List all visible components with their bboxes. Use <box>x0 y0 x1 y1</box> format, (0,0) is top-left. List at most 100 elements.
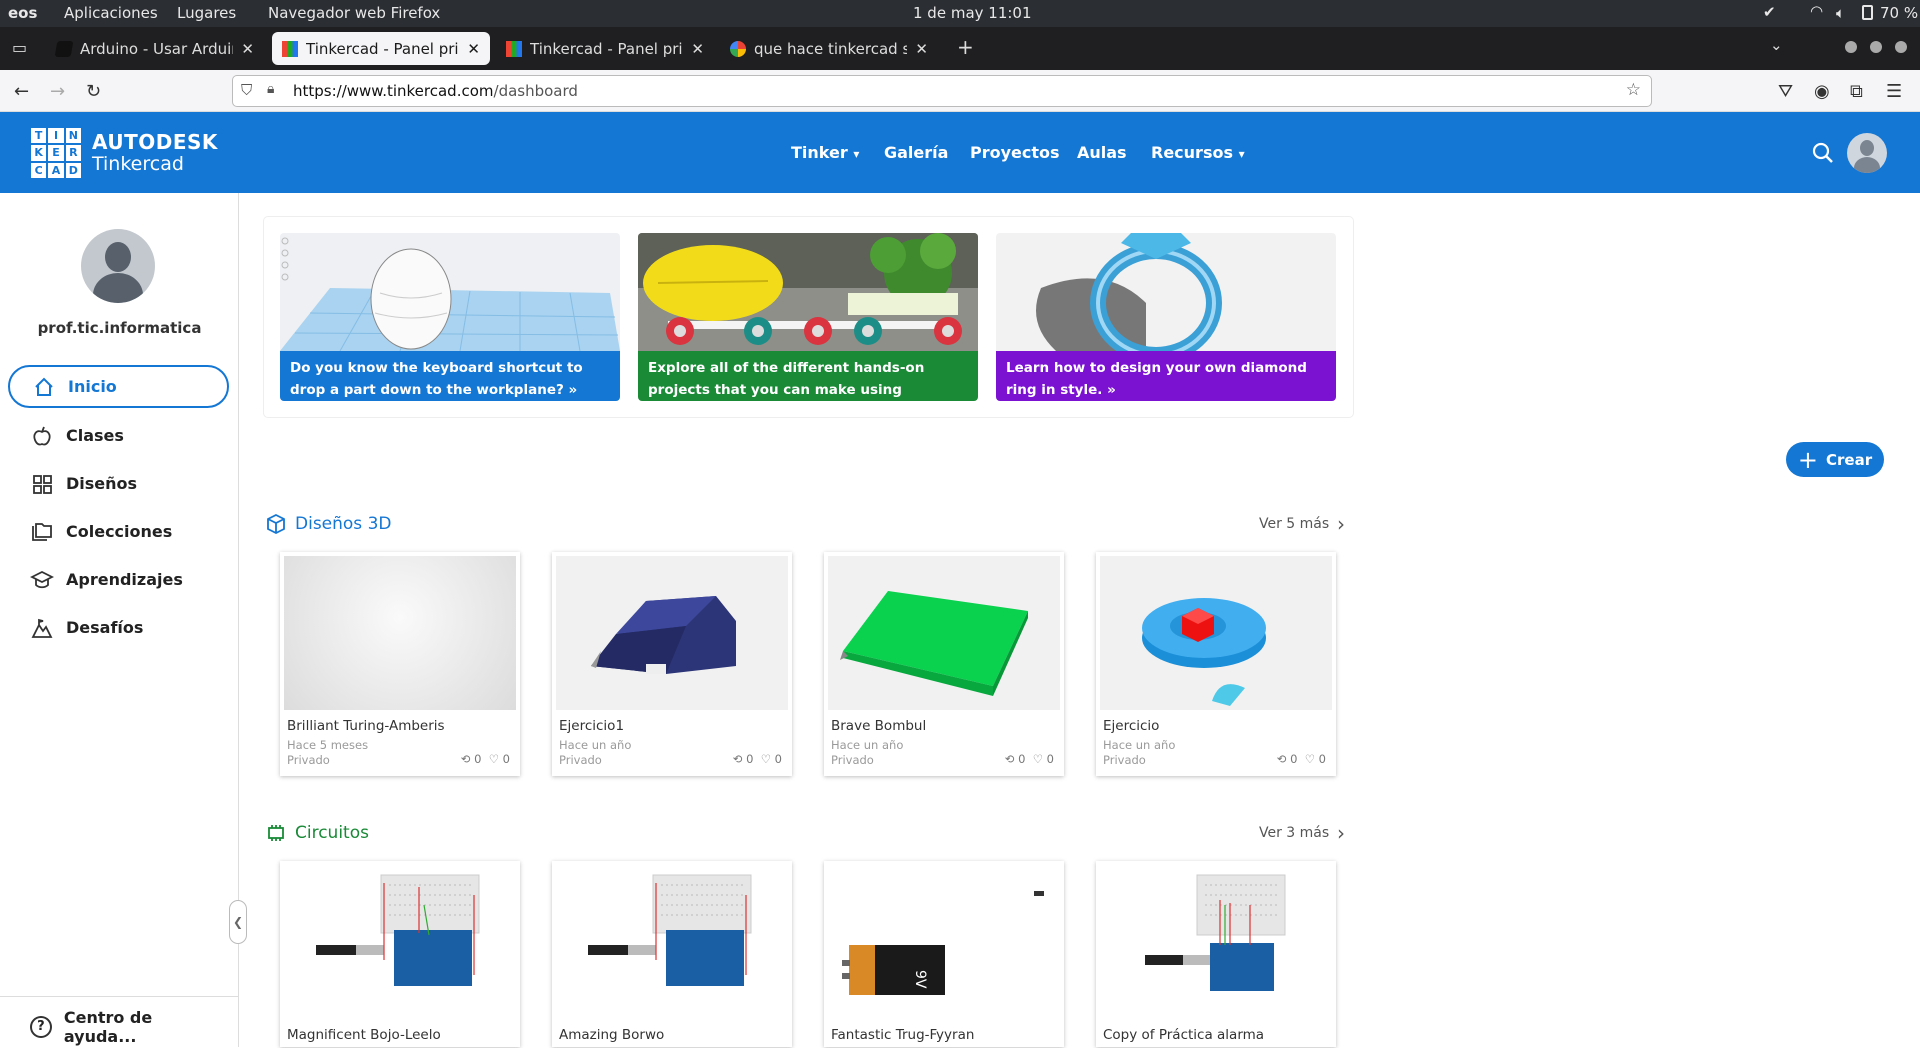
circuit-card[interactable]: Amazing Borwo <box>552 861 792 1047</box>
shield-icon[interactable]: ⛉ <box>241 81 252 99</box>
chevron-right-icon[interactable]: › <box>1337 821 1345 845</box>
design-card[interactable]: Brilliant Turing-Amberis Hace 5 meses Pri… <box>280 552 520 776</box>
close-tab-icon[interactable]: ✕ <box>467 40 480 58</box>
design-card[interactable]: Ejercicio1 Hace un año Privado ⟲ 0 ♡ 0 <box>552 552 792 776</box>
tinkercad-logo[interactable]: T I N K E R C A D <box>31 128 81 178</box>
os-clock[interactable]: 1 de may 11:01 <box>913 4 1032 22</box>
circuit-card[interactable]: 9V Fantastic Trug-Fyyran <box>824 861 1064 1047</box>
collapse-sidebar-button[interactable]: ❮ <box>229 900 247 944</box>
design-thumbnail[interactable] <box>828 556 1060 710</box>
design-card[interactable]: Ejercicio Hace un año Privado ⟲ 0 ♡ 0 <box>1096 552 1336 776</box>
heart-icon[interactable]: ♡ <box>489 752 499 766</box>
browser-tab-arduino[interactable]: Arduino - Usar Arduino d ✕ <box>46 32 264 65</box>
circuit-thumbnail[interactable] <box>1100 865 1332 1015</box>
list-tabs-icon[interactable]: ⌄ <box>1770 36 1783 54</box>
banner-shortcut[interactable]: Do you know the keyboard shortcut to dro… <box>280 233 620 401</box>
battery-icon[interactable] <box>1862 5 1873 20</box>
tab-overview-icon[interactable]: ▭ <box>12 38 27 57</box>
circuit-name[interactable]: Magnificent Bojo-Leelo <box>287 1027 441 1043</box>
close-tab-icon[interactable]: ✕ <box>241 40 254 58</box>
search-icon[interactable] <box>1812 142 1834 164</box>
sidebar-item-disenos[interactable]: Diseños <box>8 462 229 505</box>
circuit-card[interactable]: Copy of Práctica alarma <box>1096 861 1336 1047</box>
account-icon[interactable]: ◉ <box>1814 81 1830 102</box>
menu-icon[interactable]: ☰ <box>1886 81 1902 102</box>
circuits-section-title[interactable]: Circuitos <box>265 822 369 844</box>
design-thumbnail[interactable] <box>1100 556 1332 710</box>
design-name[interactable]: Ejercicio <box>1103 718 1159 734</box>
profile-avatar[interactable] <box>81 229 155 303</box>
design-name[interactable]: Brilliant Turing-Amberis <box>287 718 445 734</box>
extensions-icon[interactable]: ⧉ <box>1850 81 1863 102</box>
new-tab-button[interactable]: + <box>957 35 974 59</box>
reload-icon[interactable]: ↻ <box>86 81 101 102</box>
sidebar: prof.tic.informatica Inicio Clases Diseñ… <box>0 193 247 1048</box>
close-tab-icon[interactable]: ✕ <box>691 40 704 58</box>
heart-icon[interactable]: ♡ <box>761 752 771 766</box>
designs-see-more[interactable]: Ver 5 más <box>1259 516 1329 532</box>
close-tab-icon[interactable]: ✕ <box>915 40 928 58</box>
wifi-icon[interactable]: ◠ <box>1810 2 1823 20</box>
nav-tinker[interactable]: Tinker ▾ <box>791 143 859 162</box>
pocket-icon[interactable]: ⛛ <box>1778 81 1793 102</box>
url-bar[interactable]: ⛉ 🔒︎ https://www.tinkercad.com/dashboard… <box>232 75 1652 107</box>
circuit-name[interactable]: Fantastic Trug-Fyyran <box>831 1027 974 1043</box>
os-applications-menu[interactable]: Aplicaciones <box>64 4 158 22</box>
circuit-card[interactable]: Magnificent Bojo-Leelo <box>280 861 520 1047</box>
nav-proyectos[interactable]: Proyectos <box>970 143 1060 162</box>
banner-image-vegetable-cars <box>638 233 978 351</box>
design-thumbnail[interactable] <box>284 556 516 710</box>
help-center-link[interactable]: ? Centro de ayuda... <box>8 1005 229 1048</box>
design-thumbnail[interactable] <box>556 556 788 710</box>
browser-tab-tinkercad[interactable]: Tinkercad - Panel principa ✕ <box>496 32 714 65</box>
lock-icon[interactable]: 🔒︎ <box>267 81 274 97</box>
url-host: https://www.tinkercad.com <box>293 82 494 100</box>
remix-count: 0 <box>746 752 754 766</box>
sidebar-item-aprendizajes[interactable]: Aprendizajes <box>8 558 229 601</box>
sidebar-item-clases[interactable]: Clases <box>8 414 229 457</box>
chevron-right-icon[interactable]: › <box>1337 512 1345 536</box>
circuit-thumbnail[interactable] <box>556 865 788 1015</box>
like-count: 0 <box>774 752 782 766</box>
circuit-name[interactable]: Amazing Borwo <box>559 1027 664 1043</box>
maximize-icon[interactable] <box>1870 41 1882 53</box>
tinkercad-icon <box>282 40 298 57</box>
create-button[interactable]: + Crear <box>1786 442 1884 477</box>
forward-icon[interactable]: → <box>50 81 65 102</box>
design-card[interactable]: Brave Bombul Hace un año Privado ⟲ 0 ♡ 0 <box>824 552 1064 776</box>
sidebar-item-colecciones[interactable]: Colecciones <box>8 510 229 553</box>
circuit-name[interactable]: Copy of Práctica alarma <box>1103 1027 1264 1043</box>
volume-icon[interactable]: 🔈︎ <box>1836 4 1845 22</box>
sidebar-item-desafios[interactable]: Desafíos <box>8 606 229 649</box>
heart-icon[interactable]: ♡ <box>1033 752 1043 766</box>
back-icon[interactable]: ← <box>14 81 29 102</box>
design-name[interactable]: Brave Bombul <box>831 718 926 734</box>
banner-ring[interactable]: Learn how to design your own diamond rin… <box>996 233 1336 401</box>
design-time: Hace un año <box>831 738 904 752</box>
minimize-icon[interactable] <box>1845 41 1857 53</box>
circuit-thumbnail[interactable] <box>284 865 516 1015</box>
nav-galeria[interactable]: Galería <box>884 143 948 162</box>
tab-title: Tinkercad - Panel principa <box>530 39 683 58</box>
os-logo[interactable]: eos <box>8 4 37 22</box>
banner-projects[interactable]: Explore all of the different hands-on pr… <box>638 233 978 401</box>
os-places-menu[interactable]: Lugares <box>177 4 236 22</box>
graduation-cap-icon <box>30 568 54 592</box>
browser-tab-tinkercad-active[interactable]: Tinkercad - Panel principa ✕ <box>272 32 490 65</box>
design-name[interactable]: Ejercicio1 <box>559 718 624 734</box>
nav-aulas[interactable]: Aulas <box>1077 143 1127 162</box>
sidebar-item-inicio[interactable]: Inicio <box>8 365 229 408</box>
plus-icon: + <box>1797 445 1818 474</box>
heart-icon[interactable]: ♡ <box>1305 752 1315 766</box>
os-active-app[interactable]: Navegador web Firefox <box>268 4 440 22</box>
nav-recursos[interactable]: Recursos ▾ <box>1151 143 1245 162</box>
check-icon[interactable]: ✔ <box>1763 3 1776 21</box>
circuit-thumbnail[interactable]: 9V <box>828 865 1060 1015</box>
bookmark-star-icon[interactable]: ☆ <box>1626 80 1641 100</box>
circuits-see-more[interactable]: Ver 3 más <box>1259 825 1329 841</box>
browser-tab-google[interactable]: que hace tinkercad simul ✕ <box>720 32 938 65</box>
designs-section-title[interactable]: Diseños 3D <box>265 513 391 535</box>
avatar[interactable] <box>1847 133 1887 173</box>
chevron-down-icon: ▾ <box>1238 147 1245 161</box>
close-window-icon[interactable] <box>1895 41 1907 53</box>
